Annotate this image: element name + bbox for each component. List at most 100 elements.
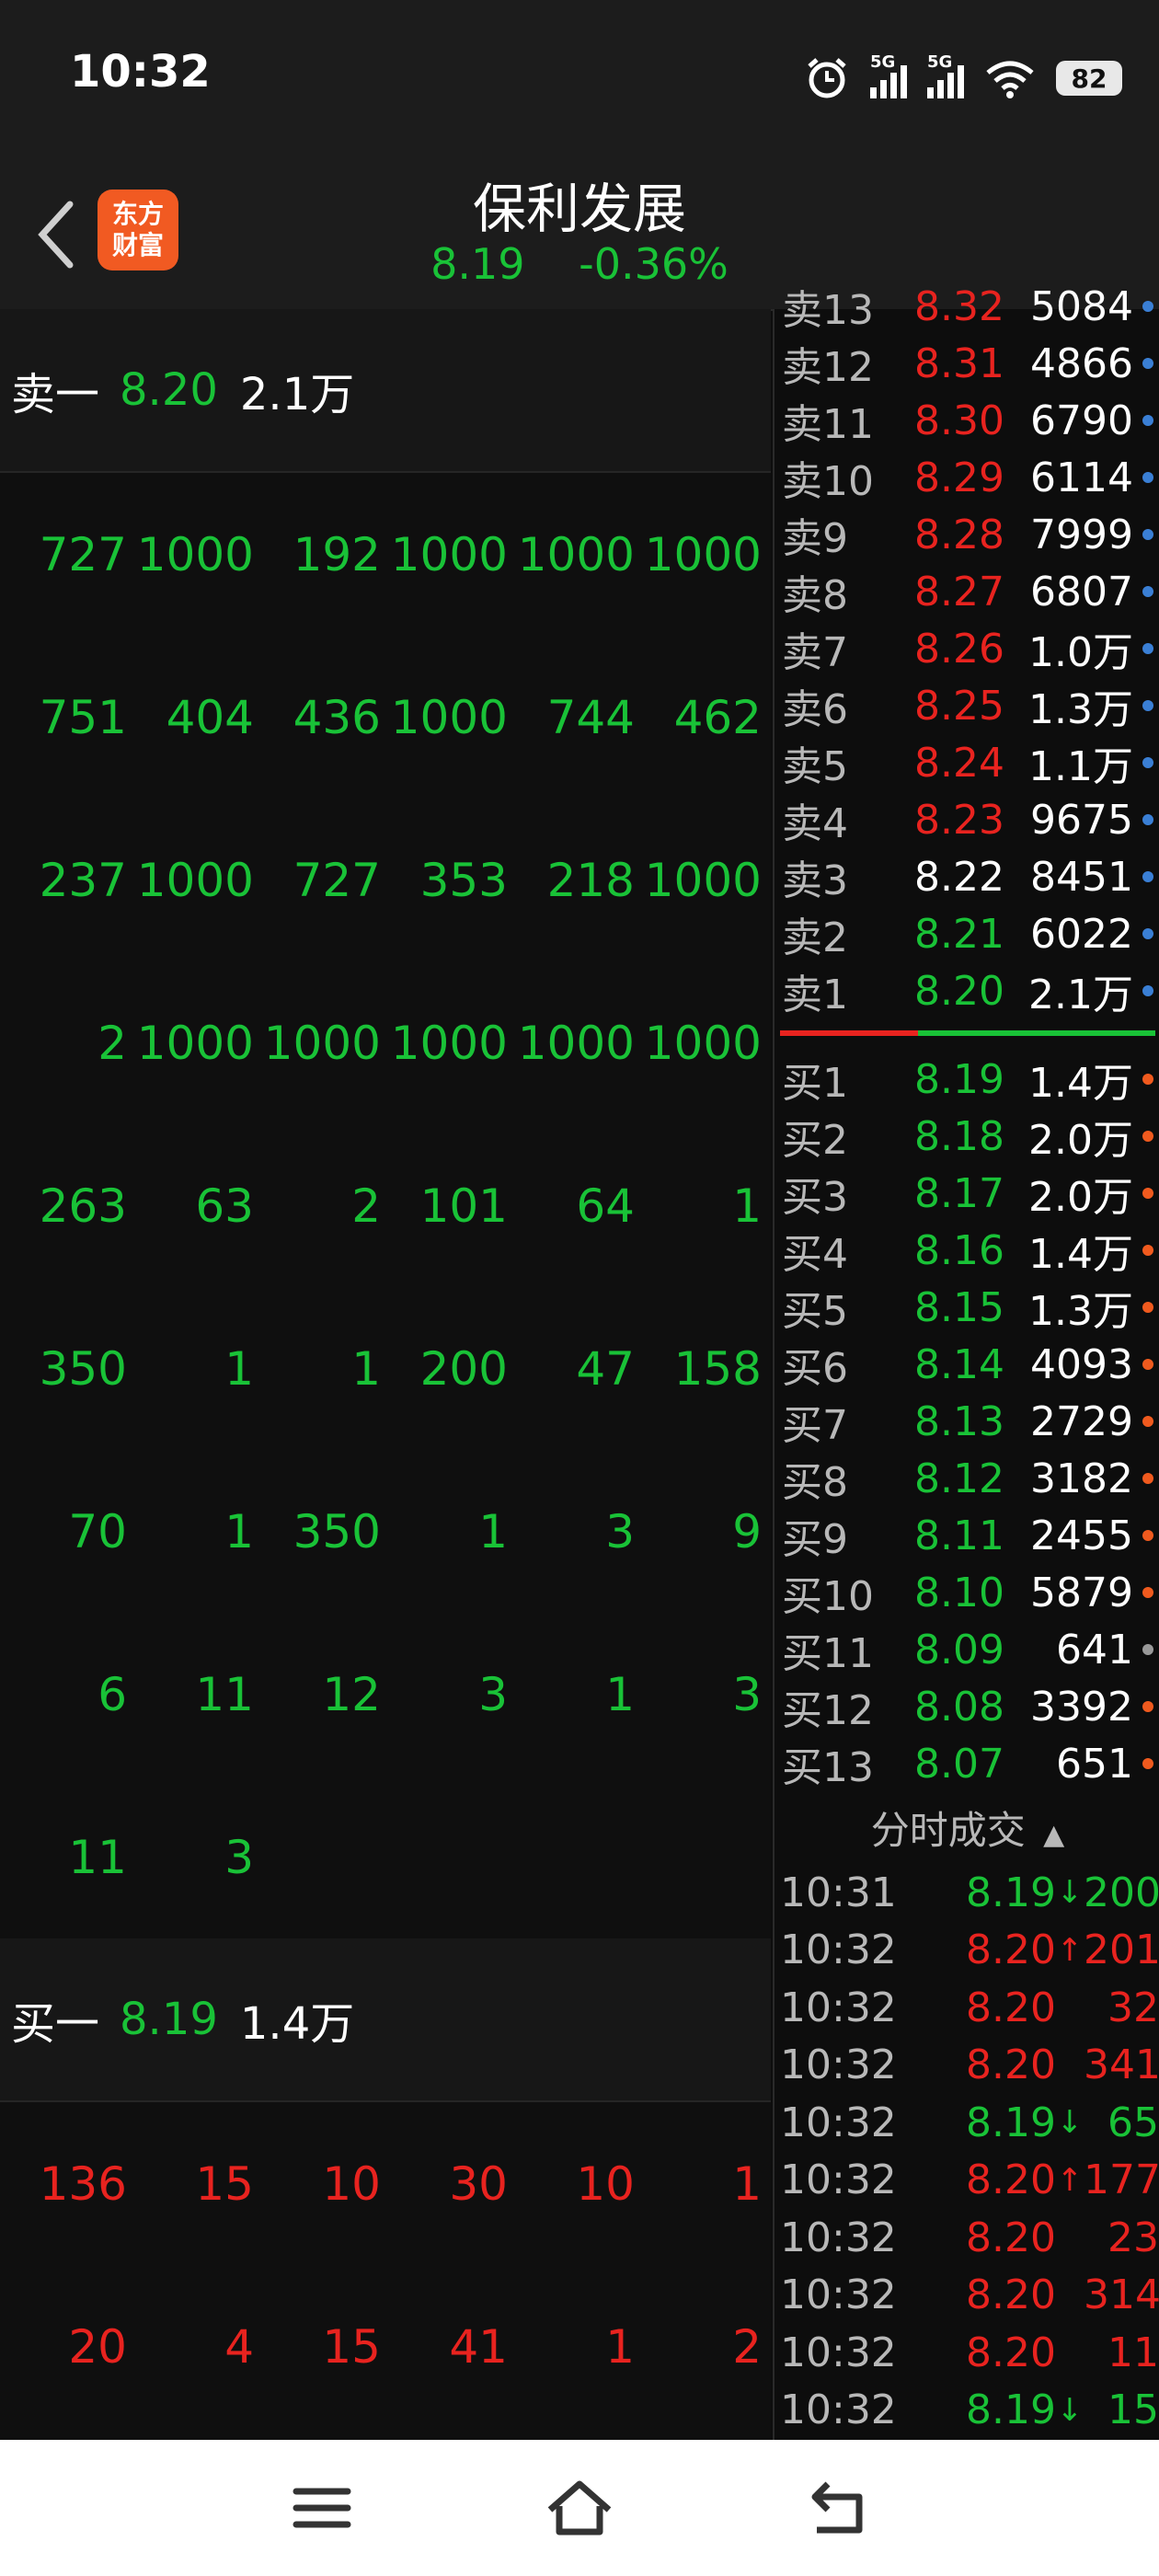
bid-level-volume: 2729 bbox=[1030, 1397, 1133, 1445]
queue-cell: 1 bbox=[224, 1341, 254, 1396]
price-change: -0.36% bbox=[579, 239, 729, 289]
queue-cell: 47 bbox=[576, 1341, 635, 1396]
indicator-dot-icon bbox=[1142, 1644, 1153, 1655]
indicator-dot-icon bbox=[1142, 1359, 1153, 1370]
tick-volume: 32 bbox=[1107, 1984, 1159, 2031]
ask-level-price: 8.22 bbox=[914, 853, 1004, 901]
bid-level-row[interactable]: 买7 8.13 2729 bbox=[775, 1393, 1159, 1450]
arrow-down-icon: ↓ bbox=[1056, 1874, 1084, 1911]
queue-cell: 11 bbox=[68, 1830, 127, 1884]
bid-level-row[interactable]: 买6 8.14 4093 bbox=[775, 1336, 1159, 1393]
ask-level-row[interactable]: 卖3 8.22 8451 bbox=[775, 848, 1159, 905]
bid-level-volume: 3182 bbox=[1030, 1455, 1133, 1502]
ask-level-price: 8.23 bbox=[914, 796, 1004, 844]
queue-cell: 1000 bbox=[644, 527, 762, 581]
tick-row: 10:32 8.20 341 bbox=[775, 2037, 1159, 2094]
bid-level-price: 8.15 bbox=[914, 1283, 1004, 1331]
bid-level-row[interactable]: 买2 8.18 2.0万 bbox=[775, 1108, 1159, 1165]
ask-level-row[interactable]: 卖7 8.26 1.0万 bbox=[775, 620, 1159, 677]
bid-level-row[interactable]: 买10 8.10 5879 bbox=[775, 1564, 1159, 1621]
bid-level-price: 8.07 bbox=[914, 1740, 1004, 1788]
ask-level-label: 卖3 bbox=[782, 857, 848, 904]
queue-cell: 1 bbox=[478, 1504, 508, 1558]
bid-level-volume: 651 bbox=[1056, 1740, 1133, 1788]
bid-level-price: 8.09 bbox=[914, 1626, 1004, 1673]
indicator-dot-icon bbox=[1142, 415, 1153, 426]
bid-level-volume: 5879 bbox=[1030, 1569, 1133, 1616]
tick-time: 10:32 bbox=[780, 1926, 897, 1973]
ask-level-row[interactable]: 卖8 8.27 6807 bbox=[775, 563, 1159, 620]
system-navigation-bar bbox=[0, 2440, 1159, 2576]
queue-cell: 1000 bbox=[136, 1016, 254, 1070]
queue-row: 11 3 bbox=[0, 1776, 771, 1938]
bid-level-row[interactable]: 买12 8.08 3392 bbox=[775, 1678, 1159, 1735]
queue-cell: 1 bbox=[732, 1179, 762, 1233]
ask-level-row[interactable]: 卖10 8.29 6114 bbox=[775, 449, 1159, 506]
bid-level-row[interactable]: 买11 8.09 641 bbox=[775, 1621, 1159, 1678]
ask-level-volume: 6022 bbox=[1030, 910, 1133, 958]
queue-cell: 3 bbox=[478, 1667, 508, 1721]
home-icon[interactable] bbox=[543, 2471, 616, 2545]
tick-time: 10:32 bbox=[780, 2099, 897, 2146]
bid-level-price: 8.18 bbox=[914, 1112, 1004, 1160]
ticks-header[interactable]: 分时成交 ▲ bbox=[775, 1800, 1159, 1864]
ask-level-volume: 6114 bbox=[1030, 454, 1133, 501]
bid-level-price: 8.11 bbox=[914, 1512, 1004, 1559]
bid-level-row[interactable]: 买9 8.11 2455 bbox=[775, 1507, 1159, 1564]
ask-level-label: 卖8 bbox=[782, 572, 848, 619]
indicator-dot-icon bbox=[1142, 1188, 1153, 1199]
buy1-volume: 1.4万 bbox=[239, 1998, 355, 2050]
tick-row: 10:32 8.20 23 bbox=[775, 2209, 1159, 2266]
tick-price: 8.19 bbox=[966, 2386, 1056, 2433]
ask-level-row[interactable]: 卖12 8.31 4866 bbox=[775, 335, 1159, 392]
queue-cell: 744 bbox=[546, 690, 635, 744]
tick-price: 8.20 bbox=[966, 2329, 1056, 2376]
ask-level-row[interactable]: 卖1 8.20 2.1万 bbox=[775, 962, 1159, 1019]
indicator-dot-icon bbox=[1142, 757, 1153, 768]
sell1-label: 卖一 bbox=[11, 369, 100, 420]
ask-level-price: 8.21 bbox=[914, 910, 1004, 958]
bid-level-label: 买12 bbox=[782, 1687, 874, 1734]
ask-level-row[interactable]: 卖4 8.23 9675 bbox=[775, 791, 1159, 848]
ask-level-label: 卖4 bbox=[782, 800, 848, 847]
queue-cell: 1000 bbox=[263, 1016, 381, 1070]
queue-cell: 63 bbox=[195, 1179, 254, 1233]
order-book-panel[interactable]: 卖13 8.32 5084 卖12 8.31 4866 卖11 8.30 6790 卖10 8… bbox=[773, 283, 1159, 2440]
ask-level-row[interactable]: 卖9 8.28 7999 bbox=[775, 506, 1159, 563]
ask-level-row[interactable]: 卖11 8.30 6790 bbox=[775, 392, 1159, 449]
tick-time: 10:32 bbox=[780, 2156, 897, 2203]
tick-time: 10:31 bbox=[780, 1869, 897, 1916]
ask-level-row[interactable]: 卖2 8.21 6022 bbox=[775, 905, 1159, 962]
ask-level-label: 卖6 bbox=[782, 686, 848, 733]
bid-level-row[interactable]: 买5 8.15 1.3万 bbox=[775, 1279, 1159, 1336]
bid-level-row[interactable]: 买8 8.12 3182 bbox=[775, 1450, 1159, 1507]
queue-cell: 70 bbox=[68, 1504, 127, 1558]
queue-cell: 15 bbox=[195, 2156, 254, 2211]
ask-level-volume: 1.3万 bbox=[1028, 686, 1133, 733]
ask-level-row[interactable]: 卖5 8.24 1.1万 bbox=[775, 734, 1159, 791]
tick-time: 10:32 bbox=[780, 2271, 897, 2318]
bid-level-volume: 4093 bbox=[1030, 1340, 1133, 1388]
bid-level-row[interactable]: 买13 8.07 651 bbox=[775, 1735, 1159, 1792]
bid-level-row[interactable]: 买4 8.16 1.4万 bbox=[775, 1222, 1159, 1279]
ask-level-volume: 9675 bbox=[1030, 796, 1133, 844]
back-nav-icon[interactable] bbox=[800, 2471, 874, 2545]
ask-level-row[interactable]: 卖6 8.25 1.3万 bbox=[775, 677, 1159, 734]
queue-cell: 1 bbox=[605, 2319, 635, 2374]
indicator-dot-icon bbox=[1142, 871, 1153, 882]
bid-level-volume: 1.4万 bbox=[1028, 1060, 1133, 1107]
indicator-dot-icon bbox=[1142, 1416, 1153, 1427]
queue-row: 263 63 2 101 64 1 bbox=[0, 1124, 771, 1287]
bid-level-volume: 2.0万 bbox=[1028, 1117, 1133, 1164]
ask-level-volume: 2.1万 bbox=[1028, 972, 1133, 1018]
queue-cell: 1000 bbox=[517, 527, 635, 581]
ask-level-volume: 6807 bbox=[1030, 568, 1133, 615]
tick-row: 10:32 8.20 ↑ 201 bbox=[775, 1922, 1159, 1979]
bid-level-row[interactable]: 买3 8.17 2.0万 bbox=[775, 1165, 1159, 1222]
queue-row: 2 1000 1000 1000 1000 1000 bbox=[0, 961, 771, 1124]
menu-icon[interactable] bbox=[285, 2471, 359, 2545]
bid-level-row[interactable]: 买1 8.19 1.4万 bbox=[775, 1051, 1159, 1108]
queue-row: 70 1 350 1 3 9 bbox=[0, 1450, 771, 1613]
tick-price: 8.19 bbox=[966, 1869, 1056, 1916]
indicator-dot-icon bbox=[1142, 586, 1153, 597]
